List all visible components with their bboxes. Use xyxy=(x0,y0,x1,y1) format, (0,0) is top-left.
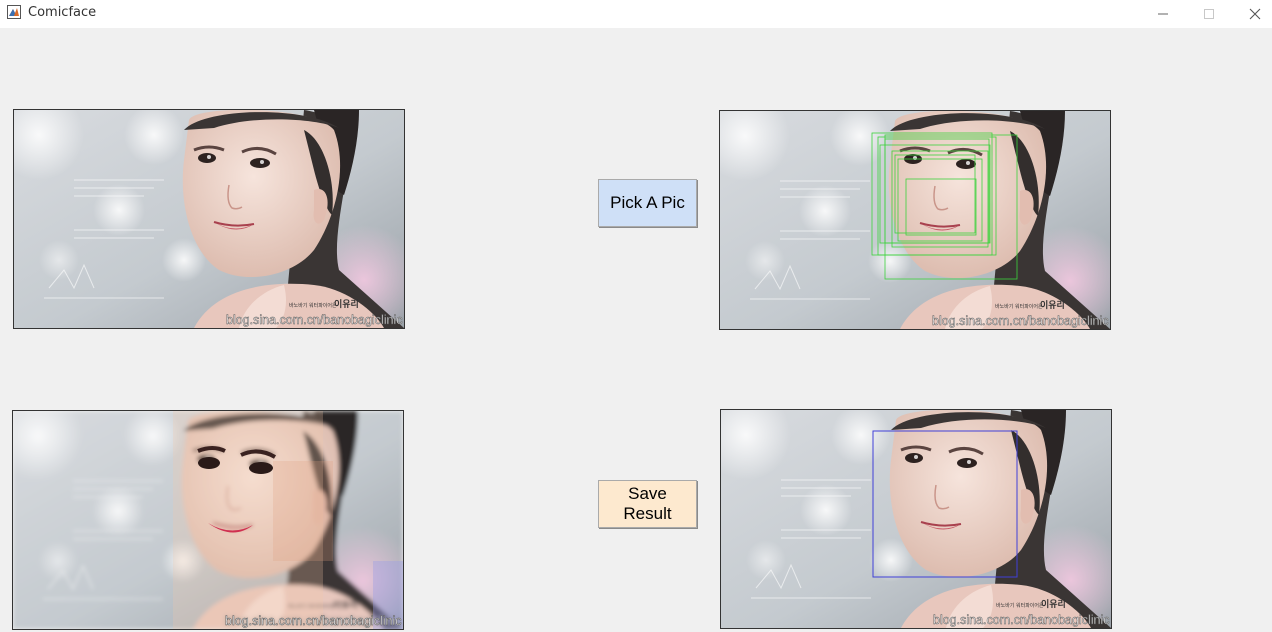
minimize-button[interactable] xyxy=(1140,0,1186,28)
close-button[interactable] xyxy=(1232,0,1272,28)
pick-a-pic-button[interactable]: Pick A Pic xyxy=(598,179,697,227)
minimize-icon xyxy=(1158,13,1168,15)
svg-text:blog.sina.com.cn/banobagiclini: blog.sina.com.cn/banobagiclinic xyxy=(225,614,402,628)
window-title: Comicface xyxy=(28,5,97,20)
maximize-icon xyxy=(1204,9,1214,19)
title-bar: Comicface xyxy=(0,0,1272,28)
detections-image-axes xyxy=(719,110,1111,330)
save-result-button[interactable]: Save Result xyxy=(598,480,697,528)
detections-photo xyxy=(720,111,1110,329)
matlab-icon xyxy=(7,5,21,19)
close-icon xyxy=(1249,8,1261,20)
maximize-button[interactable] xyxy=(1186,0,1232,28)
comic-result-axes: blog.sina.com.cn/banobagiclinic xyxy=(12,410,404,630)
face-detection-photo xyxy=(721,410,1111,628)
original-image-axes xyxy=(13,109,405,329)
comic-result-photo: blog.sina.com.cn/banobagiclinic xyxy=(13,411,403,629)
face-detection-axes xyxy=(720,409,1112,629)
original-photo xyxy=(14,110,404,328)
